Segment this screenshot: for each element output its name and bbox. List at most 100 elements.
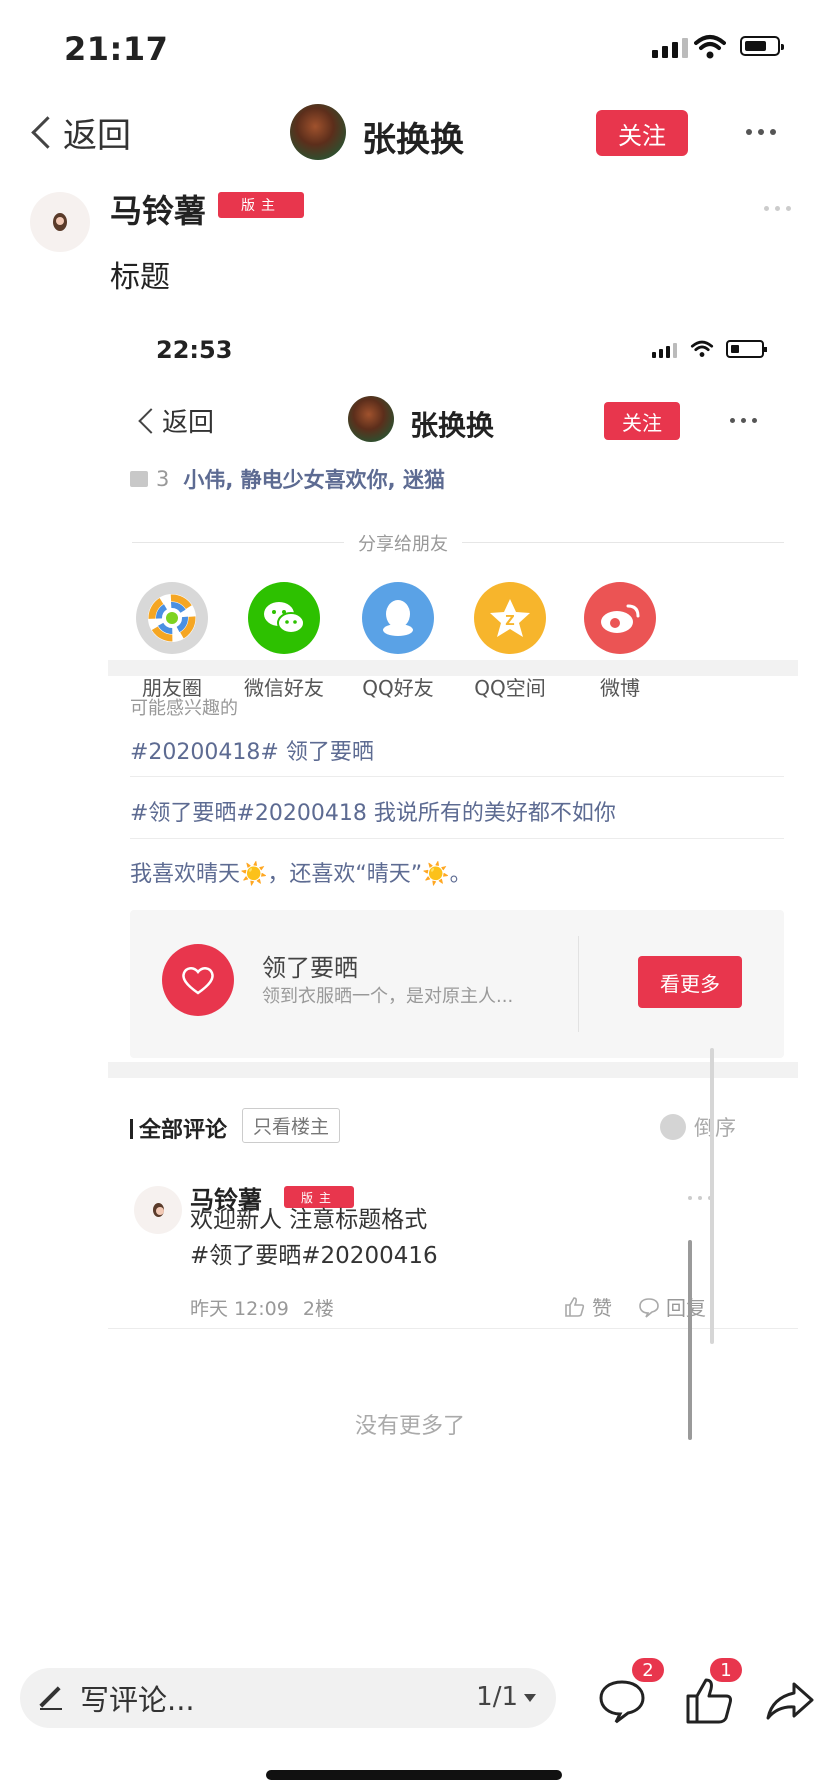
home-indicator[interactable] [266,1770,562,1780]
embedded-battery-icon [726,340,767,358]
like-label: 赞 [592,1296,612,1320]
post-title: 标题 [110,260,170,295]
group-title: 领了要晒 [262,954,358,982]
topic-divider [130,776,784,777]
share-qq: QQ好友 [348,582,448,701]
share-qzone: Z QQ空间 [460,582,560,701]
section-separator [108,660,798,676]
comment-placeholder: 写评论... [80,1683,195,1717]
chevron-left-icon [31,116,64,149]
comment-text: 欢迎新人 注意标题格式 [190,1207,428,1233]
embedded-chevron-left-icon [138,407,164,434]
share-label-qzone: QQ空间 [474,676,546,700]
back-label: 返回 [63,116,131,156]
only-host-filter: 只看楼主 [242,1108,341,1143]
qq-icon [362,582,434,654]
like-button[interactable]: 1 [684,1658,742,1726]
maybe-interested-label: 可能感兴趣的 [130,698,238,719]
share-label-weibo: 微博 [600,676,640,700]
svg-text:Z: Z [505,614,514,629]
embedded-status-time: 22:53 [156,336,233,364]
cellular-signal-icon [652,36,688,58]
comment-more-icon [688,1196,712,1200]
group-card: 领了要晒 领到衣服晒一个，是对原主人... 看更多 [130,910,784,1058]
share-button[interactable] [764,1674,816,1726]
reply-label: 回复 [666,1296,706,1320]
follow-button[interactable]: 关注 [596,110,688,156]
comments-button[interactable]: 2 [596,1658,664,1726]
topic-link: 我喜欢晴天☀️，还喜欢“晴天”☀️。 [130,862,472,887]
post-more-icon[interactable] [764,206,791,211]
comment-reply: 回复 [638,1292,706,1321]
scrollbar-track[interactable] [710,1048,714,1344]
scrollbar-thumb[interactable] [688,1240,692,1440]
share-label-wechat: 微信好友 [244,676,324,700]
section-separator [108,1062,798,1078]
moments-icon [136,582,208,654]
comment-floor: 2楼 [302,1298,334,1320]
embedded-more-icon [730,418,757,423]
group-description: 领到衣服晒一个，是对原主人... [262,986,514,1007]
card-divider [578,936,579,1032]
comment-input[interactable]: 写评论... 1/1 [20,1668,556,1728]
embedded-user-name: 张换换 [410,409,495,442]
sort-label: 倒序 [694,1116,736,1140]
reply-bubble-icon [639,1297,659,1318]
status-time: 21:17 [64,30,169,68]
moderator-badge: 版主 [218,192,304,218]
wifi-icon [694,35,726,59]
thumbs-up-icon [130,471,148,487]
thumbs-up-outline-icon [565,1296,585,1317]
liked-by-names: 小伟, 静电少女喜欢你, 迷猫 [183,468,445,492]
author-name[interactable]: 马铃薯 [110,186,206,232]
sort-order: 倒序 [660,1112,736,1142]
qzone-icon: Z [474,582,546,654]
embedded-signal-icon [652,342,677,358]
like-count: 3 [156,467,170,491]
pencil-icon [40,1686,64,1710]
user-avatar[interactable] [290,104,346,160]
share-weibo: 微博 [570,582,670,701]
embedded-back-label: 返回 [162,408,215,438]
more-options-icon[interactable] [746,129,776,135]
comment-like: 赞 [564,1292,612,1321]
embedded-user-avatar [348,396,394,442]
page-indicator[interactable]: 1/1 [476,1682,536,1712]
share-label-qq: QQ好友 [362,676,434,700]
comment-divider [108,1328,798,1329]
see-more-button: 看更多 [638,956,742,1008]
embedded-follow-button: 关注 [604,402,680,440]
caret-down-icon [524,1693,536,1702]
comments-header: 全部评论 [130,1112,227,1144]
embedded-back: 返回 [134,402,214,439]
back-button[interactable]: 返回 [26,108,131,157]
header-bar [130,1119,133,1139]
comment-bubble-icon [599,1680,645,1724]
share-arrow-icon [766,1682,814,1720]
comment-text: #领了要晒#20200416 [190,1243,438,1269]
share-label: 分享给朋友 [344,530,462,556]
no-more-text: 没有更多了 [354,1414,465,1439]
post-image[interactable]: 22:53 返回 张换换 关注 3 小伟, 静电少女喜欢你, 迷猫 分享给朋友 … [108,320,798,1642]
topic-divider [130,838,784,839]
comment-meta: 昨天 12:09 2楼 [190,1294,334,1321]
topic-link: #领了要晒#20200418 我说所有的美好都不如你 [130,801,616,826]
share-moments: 朋友圈 [122,582,222,701]
comment-avatar [134,1186,182,1234]
author-avatar[interactable] [30,192,90,252]
comment-time: 昨天 12:09 [190,1298,289,1320]
liked-by-row: 3 小伟, 静电少女喜欢你, 迷猫 [130,464,445,494]
topic-link: #20200418# 领了要晒 [130,740,374,765]
user-name[interactable]: 张换换 [362,112,464,161]
weibo-icon [584,582,656,654]
wechat-icon [248,582,320,654]
page-indicator-label: 1/1 [476,1682,518,1712]
heart-icon [162,944,234,1016]
share-wechat: 微信好友 [234,582,334,701]
comment-count-badge: 2 [632,1658,664,1682]
battery-icon [740,36,784,56]
like-count-badge: 1 [710,1658,742,1682]
embedded-wifi-icon [690,340,714,357]
comments-header-label: 全部评论 [139,1118,228,1143]
sort-icon [660,1114,686,1140]
